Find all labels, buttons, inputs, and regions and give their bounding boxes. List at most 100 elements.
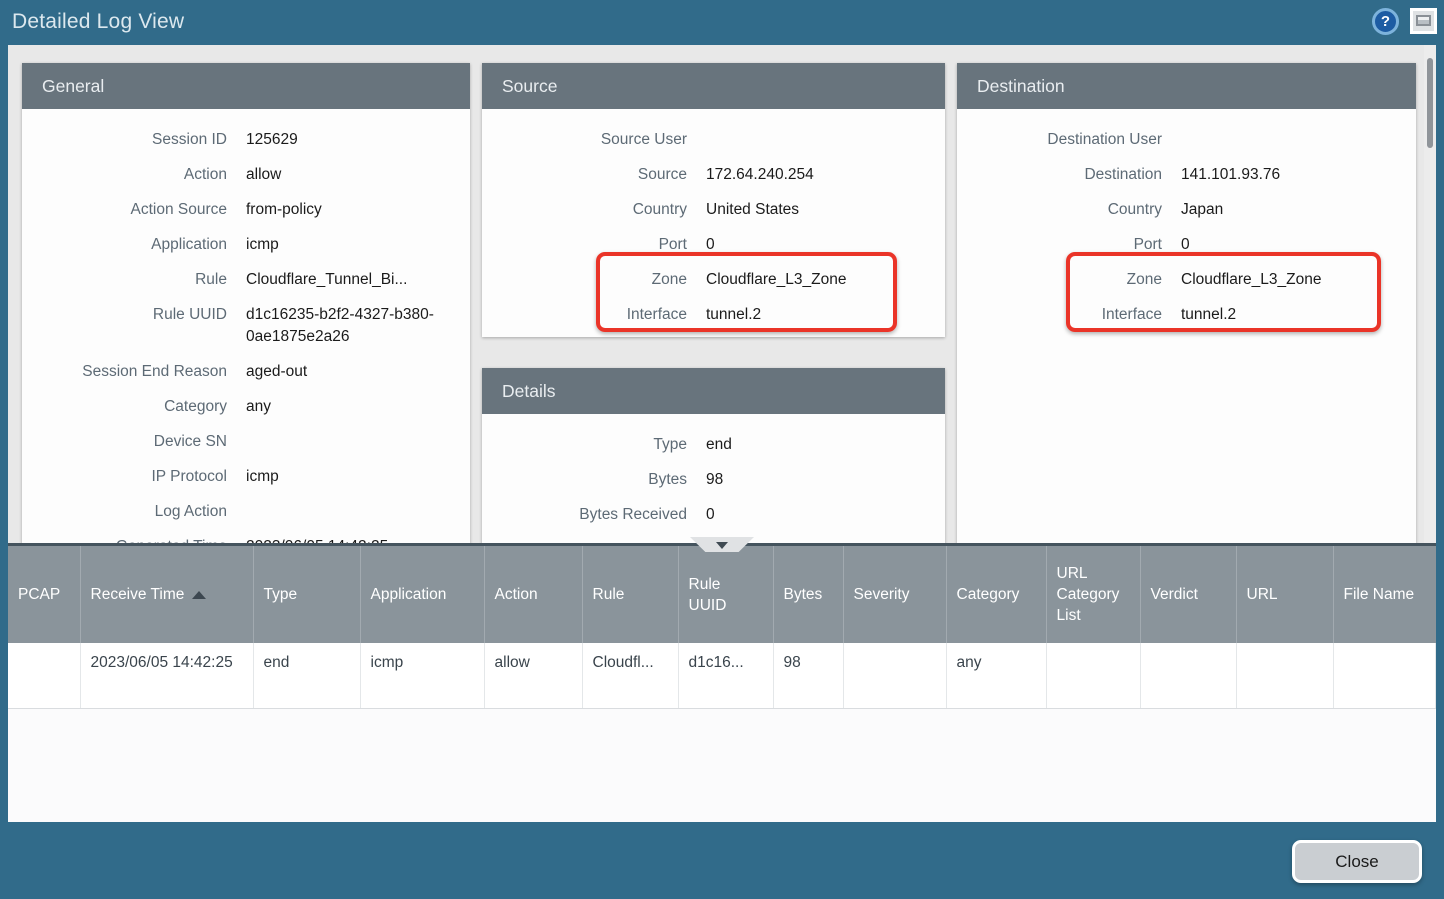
field-source-interface: Interface tunnel.2 <box>482 297 945 332</box>
field-value: icmp <box>246 466 456 488</box>
column-header-category[interactable]: Category <box>946 546 1046 643</box>
field-device-sn: Device SN <box>22 424 470 459</box>
close-button[interactable]: Close <box>1292 840 1422 883</box>
panel-details: Details Type end Bytes 98 Bytes Received… <box>482 368 945 543</box>
cell-type: end <box>253 643 360 708</box>
field-value: d1c16235-b2f2-4327-b380-0ae1875e2a26 <box>246 304 456 348</box>
field-label: Country <box>957 199 1162 221</box>
cell-file-name <box>1333 643 1436 708</box>
field-destination-country: Country Japan <box>957 192 1416 227</box>
vertical-scrollbar-track[interactable] <box>1424 45 1436 543</box>
field-value: 2023/06/05 14:42:25 <box>246 536 456 544</box>
field-generated-time: Generated Time 2023/06/05 14:42:25 <box>22 529 470 543</box>
field-value: 0 <box>1181 234 1391 256</box>
cell-application: icmp <box>360 643 484 708</box>
field-source-country: Country United States <box>482 192 945 227</box>
field-label: Interface <box>482 304 687 326</box>
field-label: Port <box>482 234 687 256</box>
field-label: Device SN <box>22 431 227 453</box>
field-destination-interface: Interface tunnel.2 <box>957 297 1416 332</box>
cell-severity <box>843 643 946 708</box>
column-header-url[interactable]: URL <box>1236 546 1333 643</box>
field-destination-zone: Zone Cloudflare_L3_Zone <box>957 262 1416 297</box>
column-header-action[interactable]: Action <box>484 546 582 643</box>
field-value: 0 <box>706 234 916 256</box>
cell-verdict <box>1140 643 1236 708</box>
chevron-down-icon <box>716 542 728 549</box>
field-value <box>246 431 456 453</box>
field-rule-uuid: Rule UUID d1c16235-b2f2-4327-b380-0ae187… <box>22 297 470 354</box>
field-label: Application <box>22 234 227 256</box>
field-value: tunnel.2 <box>706 304 916 326</box>
field-value: Japan <box>1181 199 1391 221</box>
field-destination-address: Destination 141.101.93.76 <box>957 157 1416 192</box>
window-icon[interactable] <box>1410 8 1437 34</box>
column-header-receive-time[interactable]: Receive Time <box>80 546 253 643</box>
field-label: Destination User <box>957 129 1162 151</box>
field-value <box>1181 129 1391 151</box>
column-header-file-name[interactable]: File Name <box>1333 546 1436 643</box>
field-value: Cloudflare_L3_Zone <box>706 269 916 291</box>
field-value: allow <box>246 164 456 186</box>
field-label: Zone <box>957 269 1162 291</box>
field-label: Action <box>22 164 227 186</box>
panel-general-body: Session ID 125629 Action allow Action So… <box>22 109 470 543</box>
field-category: Category any <box>22 389 470 424</box>
field-rule: Rule Cloudflare_Tunnel_Bi... <box>22 262 470 297</box>
cell-url <box>1236 643 1333 708</box>
column-header-application[interactable]: Application <box>360 546 484 643</box>
column-header-rule-uuid[interactable]: Rule UUID <box>678 546 773 643</box>
field-session-end-reason: Session End Reason aged-out <box>22 354 470 389</box>
field-label: IP Protocol <box>22 466 227 488</box>
column-header-bytes[interactable]: Bytes <box>773 546 843 643</box>
field-value <box>246 501 456 523</box>
field-ip-protocol: IP Protocol icmp <box>22 459 470 494</box>
panel-general-title: General <box>22 63 470 109</box>
field-label: Source <box>482 164 687 186</box>
field-label: Rule UUID <box>22 304 227 348</box>
table-row[interactable]: 2023/06/05 14:42:25 end icmp allow Cloud… <box>8 643 1436 708</box>
panel-details-body: Type end Bytes 98 Bytes Received 0 <box>482 414 945 532</box>
log-table-section: PCAP Receive Time Type Application Actio… <box>8 543 1436 822</box>
panel-destination-body: Destination User Destination 141.101.93.… <box>957 109 1416 332</box>
column-header-type[interactable]: Type <box>253 546 360 643</box>
column-header-label: Receive Time <box>91 586 185 603</box>
field-label: Interface <box>957 304 1162 326</box>
window-icon-glyph <box>1416 15 1431 26</box>
cell-action: allow <box>484 643 582 708</box>
field-label: Rule <box>22 269 227 291</box>
panel-destination-title: Destination <box>957 63 1416 109</box>
column-header-rule[interactable]: Rule <box>582 546 678 643</box>
field-value: Cloudflare_Tunnel_Bi... <box>246 269 456 291</box>
field-label: Log Action <box>22 501 227 523</box>
page-title: Detailed Log View <box>12 10 184 34</box>
field-value: 0 <box>706 504 916 526</box>
cell-category: any <box>946 643 1046 708</box>
dialog-titlebar: Detailed Log View ? <box>0 0 1444 45</box>
column-header-pcap[interactable]: PCAP <box>8 546 80 643</box>
field-value: end <box>706 434 916 456</box>
column-header-severity[interactable]: Severity <box>843 546 946 643</box>
field-value: from-policy <box>246 199 456 221</box>
field-label: Generated Time <box>22 536 227 544</box>
field-action-source: Action Source from-policy <box>22 192 470 227</box>
help-icon[interactable]: ? <box>1372 8 1399 35</box>
field-source-port: Port 0 <box>482 227 945 262</box>
vertical-scrollbar-thumb[interactable] <box>1427 58 1433 148</box>
field-value: aged-out <box>246 361 456 383</box>
field-label: Action Source <box>22 199 227 221</box>
panel-source-title: Source <box>482 63 945 109</box>
column-header-url-category-list[interactable]: URL Category List <box>1046 546 1140 643</box>
column-header-verdict[interactable]: Verdict <box>1140 546 1236 643</box>
log-detail-panels: General Session ID 125629 Action allow A… <box>8 45 1436 543</box>
field-value <box>706 129 916 151</box>
field-action: Action allow <box>22 157 470 192</box>
cell-rule: Cloudfl... <box>582 643 678 708</box>
field-type: Type end <box>482 427 945 462</box>
field-label: Category <box>22 396 227 418</box>
field-label: Country <box>482 199 687 221</box>
field-value: icmp <box>246 234 456 256</box>
field-destination-user: Destination User <box>957 122 1416 157</box>
log-table: PCAP Receive Time Type Application Actio… <box>8 546 1436 709</box>
cell-url-category-list <box>1046 643 1140 708</box>
